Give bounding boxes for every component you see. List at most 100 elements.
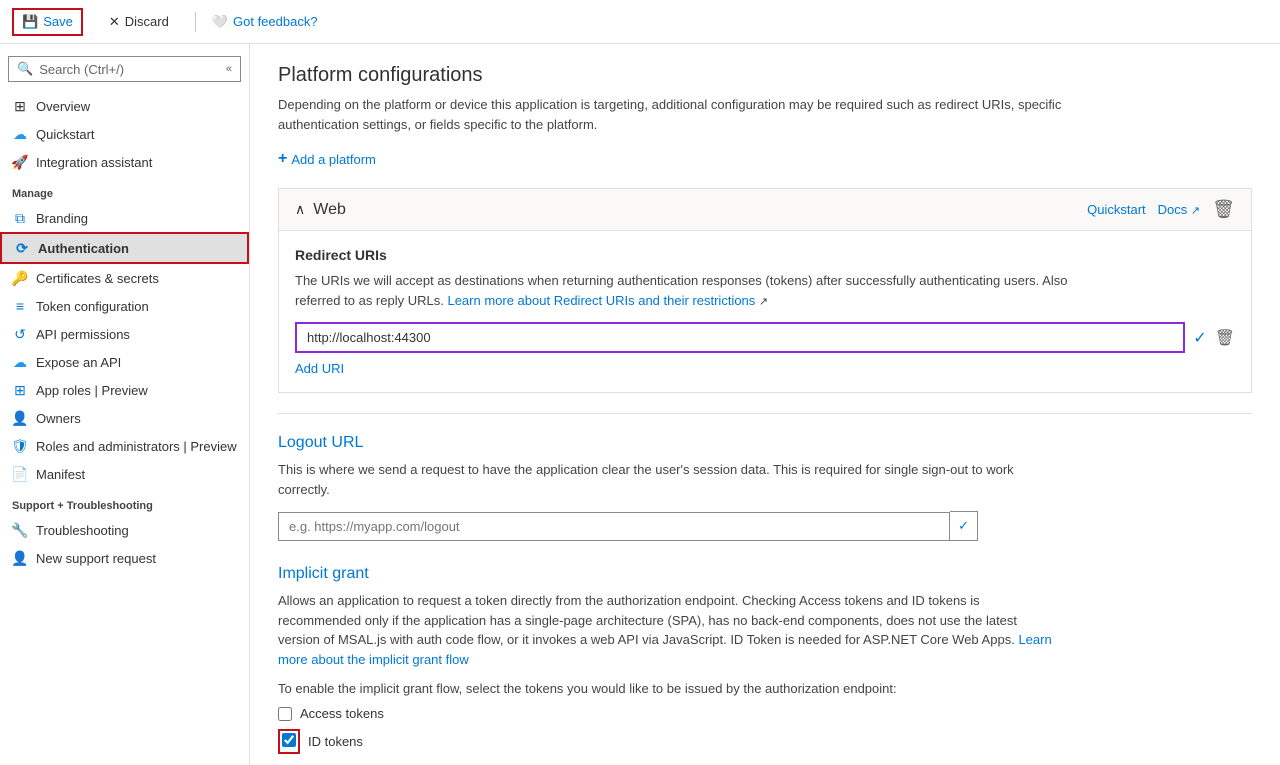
id-tokens-row: ID tokens [278,729,1252,754]
search-placeholder: Search (Ctrl+/) [39,62,124,77]
logout-section: Logout URL This is where we send a reque… [278,413,1252,541]
sidebar-label-branding: Branding [36,211,88,226]
logout-desc: This is where we send a request to have … [278,460,1058,499]
web-docs-label: Docs [1158,202,1188,217]
logout-check-icon: ✓ [950,511,978,541]
id-tokens-checkbox-wrapper [278,729,300,754]
search-icon: 🔍 [17,61,33,77]
add-platform-icon: + [278,150,287,168]
sidebar-label-new-support: New support request [36,551,156,566]
certificates-icon: 🔑 [12,270,28,286]
sidebar-label-owners: Owners [36,411,81,426]
sidebar-label-authentication: Authentication [38,241,129,256]
platform-desc: Depending on the platform or device this… [278,95,1078,134]
manage-header: Manage [0,176,249,204]
roles-admin-icon: 🛡 [12,438,28,454]
support-header: Support + Troubleshooting [0,488,249,516]
add-platform-label: Add a platform [291,152,376,167]
uri-input-row: ✓ 🗑 [295,322,1235,353]
sidebar-item-owners[interactable]: 👤 Owners [0,404,249,432]
sidebar-item-branding[interactable]: ⧉ Branding [0,204,249,232]
toolbar: 💾 Save ✕ Discard 🤍 Got feedback? [0,0,1280,44]
web-card: ∧ Web Quickstart Docs ↗ 🗑 Redirect URIs … [278,188,1252,393]
platform-title: Platform configurations [278,64,1252,87]
integration-icon: 🚀 [12,154,28,170]
sidebar: 🔍 Search (Ctrl+/) « ⊞ Overview ☁ Quickst… [0,44,250,765]
save-button[interactable]: 💾 Save [12,8,83,36]
content-area: Platform configurations Depending on the… [250,44,1280,765]
implicit-select-desc: To enable the implicit grant flow, selec… [278,681,1058,696]
expose-api-icon: ☁ [12,354,28,370]
implicit-desc-text: Allows an application to request a token… [278,593,1017,647]
save-icon: 💾 [22,14,38,30]
logout-input-row: ✓ [278,511,978,541]
sidebar-item-token[interactable]: ≡ Token configuration [0,292,249,320]
sidebar-item-authentication[interactable]: ⟳ Authentication [0,232,249,264]
redirect-learn-more-link[interactable]: Learn more about Redirect URIs and their… [447,293,755,308]
quickstart-icon: ☁ [12,126,28,142]
id-tokens-checkbox[interactable] [282,733,296,747]
sidebar-item-manifest[interactable]: 📄 Manifest [0,460,249,488]
sidebar-item-integration[interactable]: 🚀 Integration assistant [0,148,249,176]
web-delete-button[interactable]: 🗑 [1212,199,1235,220]
external-link-icon: ↗ [1191,205,1200,217]
add-uri-button[interactable]: Add URI [295,361,344,376]
sidebar-item-troubleshooting[interactable]: 🔧 Troubleshooting [0,516,249,544]
id-tokens-label[interactable]: ID tokens [308,734,363,749]
discard-icon: ✕ [109,14,120,30]
sidebar-label-token: Token configuration [36,299,149,314]
sidebar-item-roles-admin[interactable]: 🛡 Roles and administrators | Preview [0,432,249,460]
sidebar-label-quickstart: Quickstart [36,127,95,142]
implicit-title: Implicit grant [278,565,1252,583]
implicit-grant-section: Implicit grant Allows an application to … [278,565,1252,754]
toolbar-separator [195,12,196,32]
redirect-link-icon: ↗ [759,296,768,308]
uri-input[interactable] [295,322,1185,353]
uri-delete-button[interactable]: 🗑 [1215,328,1235,348]
uri-check-icon: ✓ [1193,328,1206,348]
redirect-title: Redirect URIs [295,247,1235,263]
sidebar-label-api-permissions: API permissions [36,327,130,342]
web-collapse-icon[interactable]: ∧ [295,201,305,218]
save-label: Save [43,14,73,29]
access-tokens-checkbox[interactable] [278,707,292,721]
logout-url-input[interactable] [278,512,950,541]
sidebar-item-api-permissions[interactable]: ↺ API permissions [0,320,249,348]
feedback-label: Got feedback? [233,14,318,29]
sidebar-label-app-roles: App roles | Preview [36,383,148,398]
sidebar-item-app-roles[interactable]: ⊞ App roles | Preview [0,376,249,404]
token-icon: ≡ [12,298,28,314]
sidebar-item-quickstart[interactable]: ☁ Quickstart [0,120,249,148]
search-bar[interactable]: 🔍 Search (Ctrl+/) « [8,56,241,82]
collapse-arrow-icon[interactable]: « [226,63,232,75]
web-docs-link[interactable]: Docs ↗ [1158,202,1200,217]
sidebar-item-new-support[interactable]: 👤 New support request [0,544,249,572]
sidebar-item-expose-api[interactable]: ☁ Expose an API [0,348,249,376]
authentication-icon: ⟳ [14,240,30,256]
add-platform-button[interactable]: + Add a platform [278,150,376,168]
overview-icon: ⊞ [12,98,28,114]
access-tokens-label[interactable]: Access tokens [300,706,384,721]
app-roles-icon: ⊞ [12,382,28,398]
sidebar-label-overview: Overview [36,99,90,114]
discard-label: Discard [125,14,169,29]
new-support-icon: 👤 [12,550,28,566]
access-tokens-row: Access tokens [278,706,1252,721]
sidebar-item-overview[interactable]: ⊞ Overview [0,92,249,120]
manifest-icon: 📄 [12,466,28,482]
redirect-desc: The URIs we will accept as destinations … [295,271,1075,310]
branding-icon: ⧉ [12,210,28,226]
redirect-uris-section: Redirect URIs The URIs we will accept as… [295,247,1235,376]
web-card-title: Web [313,201,1079,219]
feedback-icon: 🤍 [212,14,228,30]
sidebar-item-certificates[interactable]: 🔑 Certificates & secrets [0,264,249,292]
web-card-header: ∧ Web Quickstart Docs ↗ 🗑 [279,189,1251,231]
troubleshooting-icon: 🔧 [12,522,28,538]
sidebar-label-troubleshooting: Troubleshooting [36,523,129,538]
sidebar-label-certificates: Certificates & secrets [36,271,159,286]
feedback-button[interactable]: 🤍 Got feedback? [212,14,318,30]
discard-button[interactable]: ✕ Discard [99,8,179,36]
web-quickstart-link[interactable]: Quickstart [1087,202,1146,217]
sidebar-label-roles-admin: Roles and administrators | Preview [36,439,237,454]
web-card-body: Redirect URIs The URIs we will accept as… [279,231,1251,392]
